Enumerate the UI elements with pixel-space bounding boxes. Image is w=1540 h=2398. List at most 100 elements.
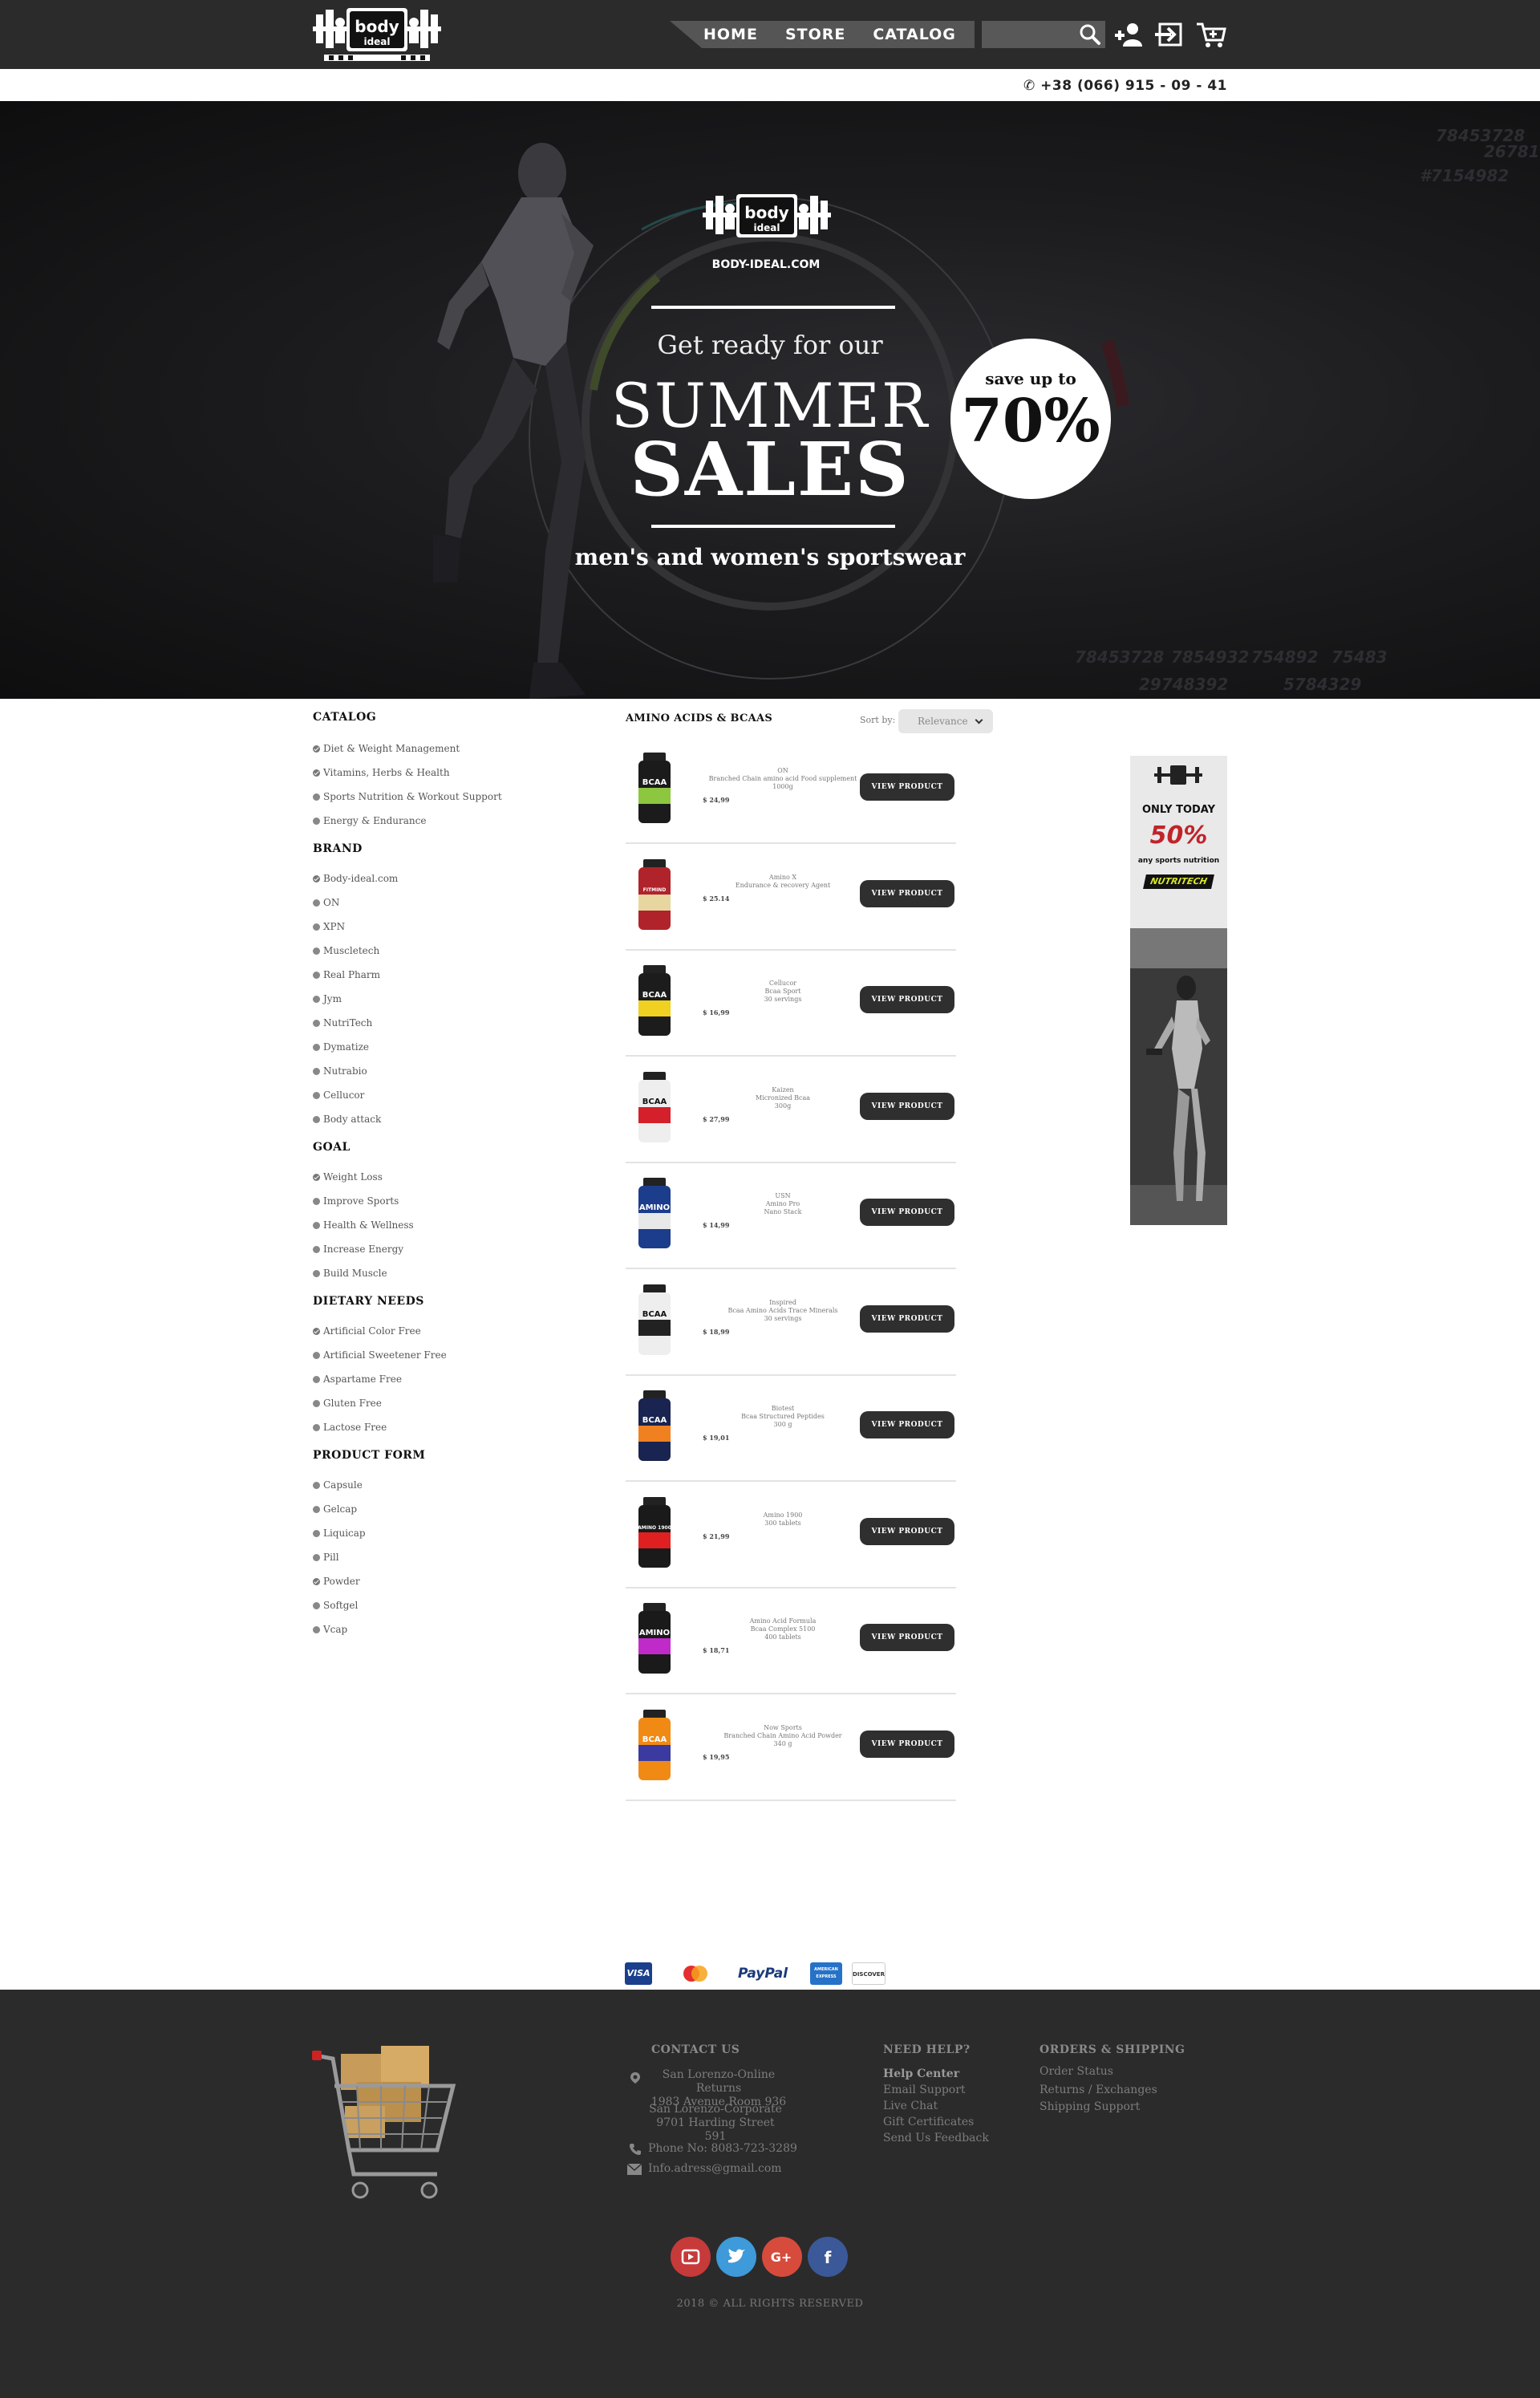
filter-item[interactable]: Vitamins, Herbs & Health bbox=[313, 767, 450, 778]
logo-word1: body bbox=[355, 17, 399, 36]
filter-item[interactable]: Powder bbox=[313, 1576, 360, 1587]
filter-item[interactable]: Energy & Endurance bbox=[313, 815, 426, 826]
nav-catalog[interactable]: CATALOG bbox=[873, 26, 956, 43]
product-image[interactable]: BCAA bbox=[630, 962, 679, 1041]
filter-item[interactable]: Increase Energy bbox=[313, 1244, 403, 1255]
filter-item[interactable]: Health & Wellness bbox=[313, 1219, 414, 1231]
filter-item[interactable]: Dymatize bbox=[313, 1041, 369, 1053]
product-card[interactable]: BCAA ON Branched Chain amino acid Food sup… bbox=[626, 738, 956, 844]
filter-item[interactable]: Improve Sports bbox=[313, 1195, 399, 1207]
view-product-button[interactable]: VIEW PRODUCT bbox=[860, 773, 954, 801]
filter-item[interactable]: Diet & Weight Management bbox=[313, 743, 460, 754]
filter-label: Real Pharm bbox=[323, 969, 381, 980]
product-card[interactable]: BCAA Cellucor Bcaa Sport 30 servings $ 16,99… bbox=[626, 951, 956, 1057]
product-image[interactable]: BCAA bbox=[630, 749, 679, 828]
filter-item[interactable]: Pill bbox=[313, 1552, 339, 1563]
filter-item[interactable]: Lactose Free bbox=[313, 1422, 387, 1433]
product-image[interactable]: BCAA bbox=[630, 1281, 679, 1360]
product-image[interactable]: FITMIND bbox=[630, 856, 679, 935]
filter-item[interactable]: Gluten Free bbox=[313, 1398, 382, 1409]
filter-item[interactable]: Gelcap bbox=[313, 1503, 357, 1515]
product-image[interactable]: BCAA bbox=[630, 1069, 679, 1147]
view-product-button[interactable]: VIEW PRODUCT bbox=[860, 1730, 954, 1758]
product-description: Kaizen Micronized Bcaa 300g bbox=[703, 1086, 863, 1110]
search-icon[interactable] bbox=[1075, 21, 1104, 48]
filter-item[interactable]: Sports Nutrition & Workout Support bbox=[313, 791, 502, 802]
phone-number[interactable]: ✆ +38 (066) 915 - 09 - 41 bbox=[1023, 78, 1227, 94]
filter-item[interactable]: Body attack bbox=[313, 1114, 381, 1125]
product-card[interactable]: BCAA Kaizen Micronized Bcaa 300g $ 27,99 VIEW… bbox=[626, 1057, 956, 1163]
nav-store[interactable]: STORE bbox=[785, 26, 845, 43]
nav-home[interactable]: HOME bbox=[703, 26, 758, 43]
filter-item[interactable]: Vcap bbox=[313, 1624, 347, 1635]
help-center-link[interactable]: Help Center bbox=[883, 2067, 959, 2080]
filter-item[interactable]: Nutrabio bbox=[313, 1065, 367, 1077]
product-image[interactable]: BCAA bbox=[630, 1387, 679, 1466]
facebook-button[interactable]: f bbox=[808, 2237, 848, 2277]
filter-item[interactable]: Softgel bbox=[313, 1600, 358, 1611]
filter-item[interactable]: Real Pharm bbox=[313, 969, 380, 980]
view-product-button[interactable]: VIEW PRODUCT bbox=[860, 1411, 954, 1438]
footer-email[interactable]: Info.adress@gmail.com bbox=[648, 2162, 782, 2176]
order-status-link[interactable]: Order Status bbox=[1040, 2065, 1113, 2078]
twitter-icon bbox=[728, 2249, 745, 2263]
youtube-button[interactable] bbox=[671, 2237, 711, 2277]
product-image[interactable]: AMINO 1900 bbox=[630, 1494, 679, 1572]
ad-brand: NUTRITECH bbox=[1143, 874, 1214, 889]
live-chat-link[interactable]: Live Chat bbox=[883, 2100, 938, 2112]
filter-item[interactable]: Body-ideal.com bbox=[313, 873, 398, 884]
filter-label: Artificial Color Free bbox=[323, 1325, 421, 1337]
view-product-button[interactable]: VIEW PRODUCT bbox=[860, 1304, 954, 1333]
check-icon bbox=[313, 745, 320, 753]
filter-label: Gelcap bbox=[323, 1503, 358, 1515]
add-user-icon[interactable] bbox=[1113, 19, 1145, 50]
filter-item[interactable]: Artificial Sweetener Free bbox=[313, 1349, 447, 1361]
sort-select[interactable]: Relevance bbox=[898, 709, 993, 733]
view-product-button[interactable]: VIEW PRODUCT bbox=[860, 879, 954, 907]
filter-item[interactable]: Muscletech bbox=[313, 945, 379, 956]
cart-icon[interactable] bbox=[1195, 19, 1227, 50]
product-card[interactable]: FITMIND Amino X Endurance & recovery Agent… bbox=[626, 845, 956, 951]
filter-item[interactable]: Cellucor bbox=[313, 1089, 364, 1101]
footer-phone[interactable]: Phone No: 8083-723-3289 bbox=[648, 2142, 797, 2156]
product-card[interactable]: AMINO Amino Acid Formula Bcaa Complex 5100… bbox=[626, 1589, 956, 1694]
filter-label: Liquicap bbox=[323, 1528, 366, 1539]
login-icon[interactable] bbox=[1153, 19, 1185, 50]
product-description-line: Endurance & recovery Agent bbox=[735, 881, 831, 889]
view-product-button[interactable]: VIEW PRODUCT bbox=[860, 986, 954, 1013]
filter-item[interactable]: NutriTech bbox=[313, 1017, 372, 1029]
view-product-button[interactable]: VIEW PRODUCT bbox=[860, 1517, 954, 1545]
product-card[interactable]: AMINO 1900 Amino 1900 300 tablets $ 21,99 VI… bbox=[626, 1483, 956, 1589]
shipping-support-link[interactable]: Shipping Support bbox=[1040, 2100, 1140, 2113]
product-description-line: 300 tablets bbox=[764, 1519, 801, 1527]
view-product-button[interactable]: VIEW PRODUCT bbox=[860, 1199, 954, 1226]
filter-item[interactable]: Aspartame Free bbox=[313, 1373, 402, 1385]
product-image[interactable]: AMINO bbox=[630, 1600, 679, 1678]
google-plus-button[interactable]: G+ bbox=[762, 2237, 802, 2277]
filter-item[interactable]: ON bbox=[313, 897, 339, 908]
product-image[interactable]: BCAA bbox=[630, 1706, 679, 1785]
send-feedback-link[interactable]: Send Us Feedback bbox=[883, 2132, 989, 2144]
filter-item[interactable]: Weight Loss bbox=[313, 1171, 383, 1183]
view-product-button[interactable]: VIEW PRODUCT bbox=[860, 1624, 954, 1651]
product-card[interactable]: AMINO USN Amino Pro Nano Stack $ 14,99 VIEW P… bbox=[626, 1163, 956, 1269]
product-card[interactable]: BCAA Now Sports Branched Chain Amino Acid … bbox=[626, 1695, 956, 1801]
site-logo[interactable]: body ideal bbox=[313, 5, 441, 64]
product-image[interactable]: AMINO bbox=[630, 1175, 679, 1253]
returns-exchanges-link[interactable]: Returns / Exchanges bbox=[1040, 2084, 1157, 2096]
product-card[interactable]: BCAA Biotest Bcaa Structured Peptides 300 g… bbox=[626, 1376, 956, 1482]
view-product-button[interactable]: VIEW PRODUCT bbox=[860, 1092, 954, 1120]
filter-label: Artificial Sweetener Free bbox=[323, 1349, 447, 1361]
gift-certificates-link[interactable]: Gift Certificates bbox=[883, 2116, 974, 2128]
product-card[interactable]: BCAA Inspired Bcaa Amino Acids Trace Miner… bbox=[626, 1270, 956, 1376]
filter-item[interactable]: Jym bbox=[313, 993, 342, 1004]
twitter-button[interactable] bbox=[716, 2237, 756, 2277]
filter-item[interactable]: Capsule bbox=[313, 1479, 363, 1491]
filter-item[interactable]: Build Muscle bbox=[313, 1268, 387, 1279]
svg-text:BCAA: BCAA bbox=[642, 778, 667, 787]
filter-item[interactable]: XPN bbox=[313, 921, 345, 932]
ad-banner[interactable]: ONLY TODAY 50% any sports nutrition NUTR… bbox=[1130, 756, 1227, 1225]
filter-item[interactable]: Liquicap bbox=[313, 1528, 366, 1539]
filter-item[interactable]: Artificial Color Free bbox=[313, 1325, 421, 1337]
email-support-link[interactable]: Email Support bbox=[883, 2084, 966, 2096]
